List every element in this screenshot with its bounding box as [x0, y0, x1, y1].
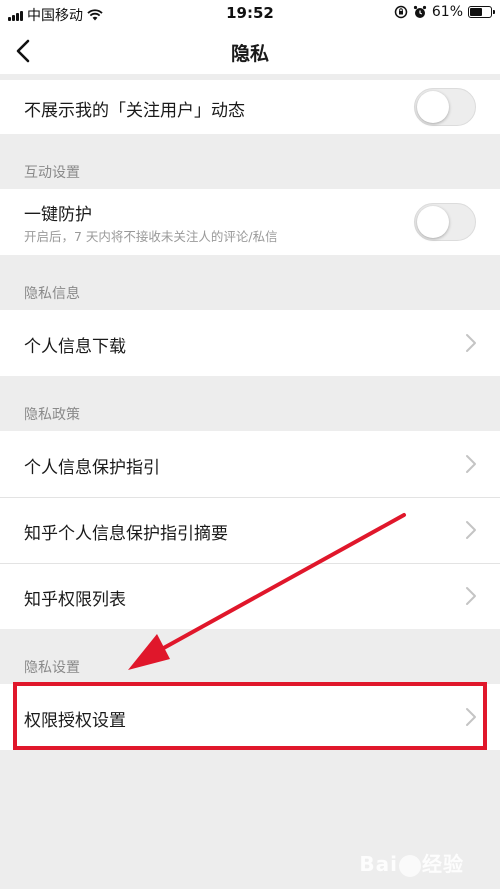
watermark-text-right: 经验: [422, 852, 464, 876]
watermark: Bai 经验: [359, 848, 464, 877]
paw-logo-icon: [399, 854, 421, 877]
watermark-text-left: Bai: [359, 852, 398, 876]
annotation-arrow-icon: [128, 513, 406, 670]
